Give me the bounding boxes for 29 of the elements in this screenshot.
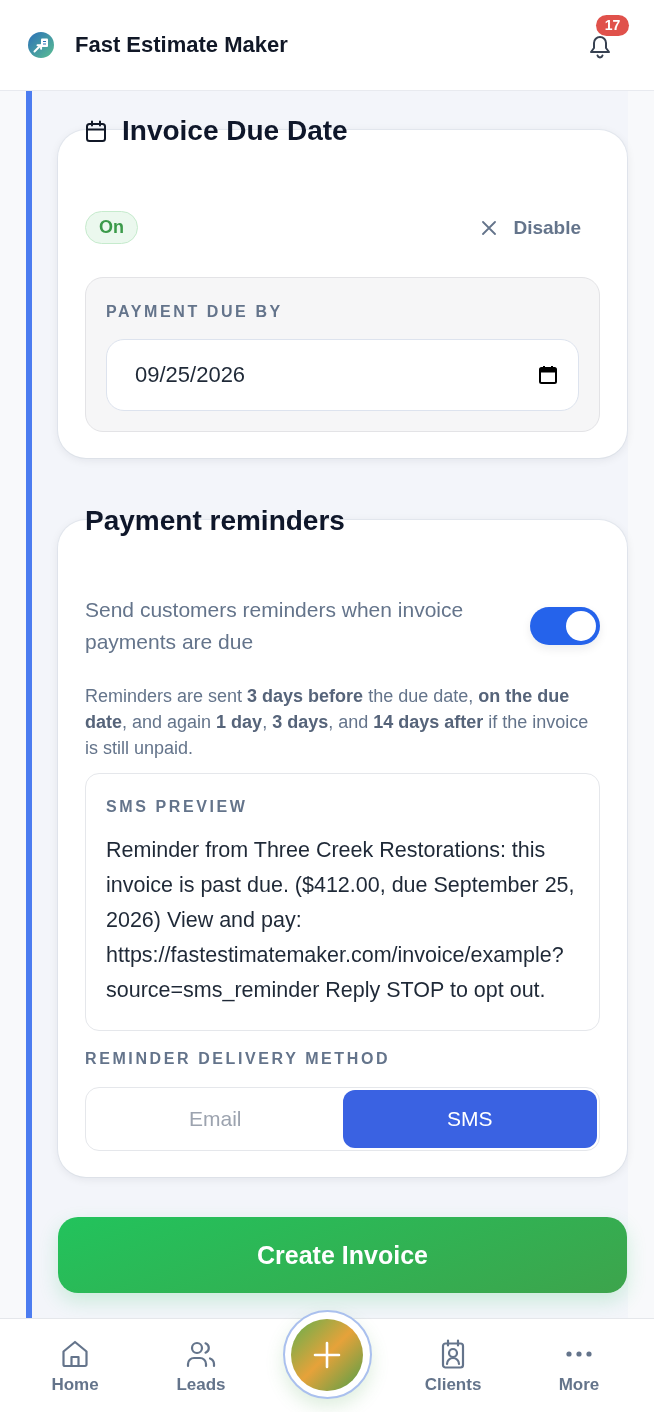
field-label: PAYMENT DUE BY bbox=[106, 302, 283, 322]
delivery-option[interactable]: SMS bbox=[342, 1090, 597, 1148]
schedule-note: Reminders are sent 3 days before the due date, on the due date, and again 1 day, 3 days, and 14 days after if the invoice is still unpaid. bbox=[85, 685, 590, 760]
disable-button[interactable]: Disable bbox=[482, 216, 581, 239]
more-nav-item[interactable]: More bbox=[558, 1339, 600, 1395]
create-invoice-button[interactable]: Create Invoice bbox=[58, 1217, 627, 1293]
app-title: Fast Estimate Maker bbox=[75, 32, 288, 58]
date-field[interactable]: 09/25/2026 bbox=[106, 339, 579, 411]
section-title: Invoice Due Date bbox=[122, 115, 348, 147]
delivery-label: REMINDER DELIVERY METHOD bbox=[85, 1049, 392, 1069]
status-badge: On bbox=[85, 211, 138, 244]
preview-label: SMS PREVIEW bbox=[106, 797, 248, 817]
home-nav-item[interactable]: Home bbox=[51, 1339, 99, 1395]
preview-message: Reminder from Three Creek Restorations: this invoice is past due. ($412.00, due September 25, 2026) View and pay: https://fastestimatemaker.com/invoice/example?source=sms_reminder Reply STOP to opt out. bbox=[106, 837, 576, 1004]
users-icon bbox=[186, 1339, 216, 1369]
calendar-icon bbox=[85, 120, 107, 142]
more-icon bbox=[566, 1351, 592, 1357]
plus-icon bbox=[313, 1340, 341, 1369]
delivery-option[interactable]: Email bbox=[88, 1090, 343, 1148]
calendar-icon[interactable] bbox=[538, 365, 558, 385]
reminders-switch[interactable] bbox=[530, 607, 600, 645]
notification-badge: 17 bbox=[596, 15, 629, 36]
x-icon bbox=[482, 220, 497, 235]
clients-nav-item[interactable]: Clients bbox=[424, 1339, 482, 1395]
toggle-label: Send customers reminders when invoice payments are due bbox=[85, 597, 465, 655]
home-icon bbox=[60, 1339, 90, 1369]
logo-icon bbox=[28, 32, 54, 58]
section-title: Payment reminders bbox=[85, 505, 345, 537]
leads-nav-item[interactable]: Leads bbox=[176, 1339, 226, 1395]
